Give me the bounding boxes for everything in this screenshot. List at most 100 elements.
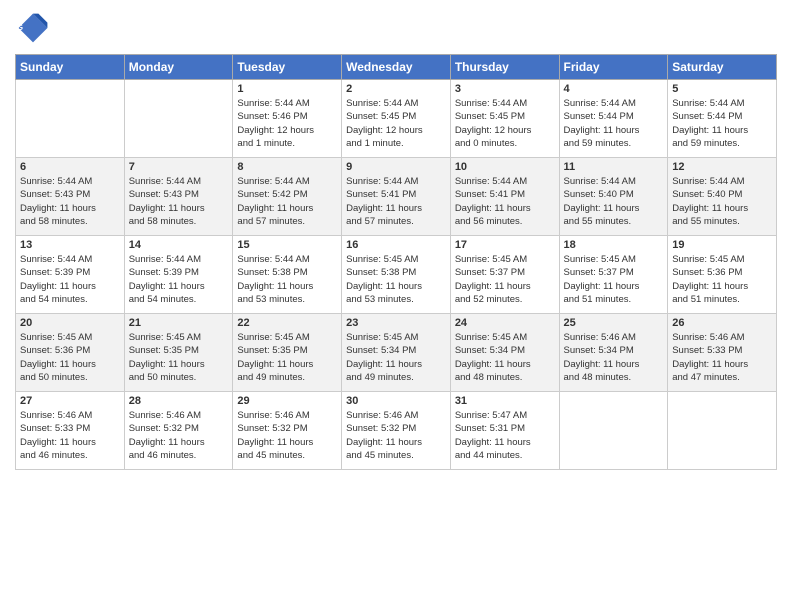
calendar-cell: 4 Sunrise: 5:44 AM Sunset: 5:44 PM Daylig… — [559, 80, 668, 158]
calendar-cell: 21 Sunrise: 5:45 AM Sunset: 5:35 PM Dayli… — [124, 314, 233, 392]
calendar-cell: 29 Sunrise: 5:46 AM Sunset: 5:32 PM Dayli… — [233, 392, 342, 470]
header: G — [15, 10, 777, 46]
logo-icon: G — [15, 10, 51, 46]
calendar-cell: 6 Sunrise: 5:44 AM Sunset: 5:43 PM Daylig… — [16, 158, 125, 236]
day-info: Sunrise: 5:44 AM Sunset: 5:41 PM Dayligh… — [455, 175, 555, 228]
day-info: Sunrise: 5:45 AM Sunset: 5:34 PM Dayligh… — [455, 331, 555, 384]
weekday-header-sunday: Sunday — [16, 55, 125, 80]
day-number: 15 — [237, 239, 337, 251]
calendar-cell: 2 Sunrise: 5:44 AM Sunset: 5:45 PM Daylig… — [342, 80, 451, 158]
day-info: Sunrise: 5:44 AM Sunset: 5:45 PM Dayligh… — [346, 97, 446, 150]
day-number: 12 — [672, 161, 772, 173]
day-number: 9 — [346, 161, 446, 173]
day-number: 8 — [237, 161, 337, 173]
day-info: Sunrise: 5:47 AM Sunset: 5:31 PM Dayligh… — [455, 409, 555, 462]
calendar-cell: 17Sunrise: 5:45 AM Sunset: 5:37 PM Dayli… — [450, 236, 559, 314]
day-number: 28 — [129, 395, 229, 407]
calendar-cell: 8 Sunrise: 5:44 AM Sunset: 5:42 PM Daylig… — [233, 158, 342, 236]
day-number: 14 — [129, 239, 229, 251]
day-info: Sunrise: 5:45 AM Sunset: 5:36 PM Dayligh… — [672, 253, 772, 306]
calendar-cell: 7Sunrise: 5:44 AM Sunset: 5:43 PM Daylig… — [124, 158, 233, 236]
calendar-week-row: 13Sunrise: 5:44 AM Sunset: 5:39 PM Dayli… — [16, 236, 777, 314]
day-info: Sunrise: 5:45 AM Sunset: 5:34 PM Dayligh… — [346, 331, 446, 384]
day-number: 20 — [20, 317, 120, 329]
day-number: 29 — [237, 395, 337, 407]
day-number: 21 — [129, 317, 229, 329]
weekday-header-thursday: Thursday — [450, 55, 559, 80]
day-number: 31 — [455, 395, 555, 407]
calendar-cell: 20Sunrise: 5:45 AM Sunset: 5:36 PM Dayli… — [16, 314, 125, 392]
calendar-cell: 11 Sunrise: 5:44 AM Sunset: 5:40 PM Dayli… — [559, 158, 668, 236]
day-info: Sunrise: 5:44 AM Sunset: 5:44 PM Dayligh… — [672, 97, 772, 150]
day-info: Sunrise: 5:46 AM Sunset: 5:32 PM Dayligh… — [346, 409, 446, 462]
calendar-cell: 18 Sunrise: 5:45 AM Sunset: 5:37 PM Dayli… — [559, 236, 668, 314]
day-number: 6 — [20, 161, 120, 173]
logo: G — [15, 10, 55, 46]
calendar-cell: 30 Sunrise: 5:46 AM Sunset: 5:32 PM Dayli… — [342, 392, 451, 470]
day-number: 27 — [20, 395, 120, 407]
calendar-cell: 3Sunrise: 5:44 AM Sunset: 5:45 PM Daylig… — [450, 80, 559, 158]
day-info: Sunrise: 5:44 AM Sunset: 5:40 PM Dayligh… — [672, 175, 772, 228]
day-info: Sunrise: 5:44 AM Sunset: 5:39 PM Dayligh… — [129, 253, 229, 306]
weekday-header-row: SundayMondayTuesdayWednesdayThursdayFrid… — [16, 55, 777, 80]
day-number: 3 — [455, 83, 555, 95]
calendar-cell: 23 Sunrise: 5:45 AM Sunset: 5:34 PM Dayli… — [342, 314, 451, 392]
page: G SundayMondayTuesdayWednesdayThursdayFr… — [0, 0, 792, 612]
day-number: 18 — [564, 239, 664, 251]
day-info: Sunrise: 5:46 AM Sunset: 5:32 PM Dayligh… — [129, 409, 229, 462]
day-info: Sunrise: 5:44 AM Sunset: 5:41 PM Dayligh… — [346, 175, 446, 228]
day-info: Sunrise: 5:44 AM Sunset: 5:44 PM Dayligh… — [564, 97, 664, 150]
day-number: 19 — [672, 239, 772, 251]
calendar-cell — [16, 80, 125, 158]
day-info: Sunrise: 5:44 AM Sunset: 5:39 PM Dayligh… — [20, 253, 120, 306]
day-number: 16 — [346, 239, 446, 251]
day-info: Sunrise: 5:46 AM Sunset: 5:34 PM Dayligh… — [564, 331, 664, 384]
calendar-cell — [668, 392, 777, 470]
calendar-cell — [124, 80, 233, 158]
day-info: Sunrise: 5:46 AM Sunset: 5:33 PM Dayligh… — [672, 331, 772, 384]
day-info: Sunrise: 5:45 AM Sunset: 5:37 PM Dayligh… — [564, 253, 664, 306]
calendar-cell: 14 Sunrise: 5:44 AM Sunset: 5:39 PM Dayli… — [124, 236, 233, 314]
day-info: Sunrise: 5:46 AM Sunset: 5:32 PM Dayligh… — [237, 409, 337, 462]
calendar-cell: 5Sunrise: 5:44 AM Sunset: 5:44 PM Daylig… — [668, 80, 777, 158]
calendar-week-row: 1 Sunrise: 5:44 AM Sunset: 5:46 PM Daylig… — [16, 80, 777, 158]
weekday-header-wednesday: Wednesday — [342, 55, 451, 80]
calendar-cell: 15 Sunrise: 5:44 AM Sunset: 5:38 PM Dayli… — [233, 236, 342, 314]
day-number: 17 — [455, 239, 555, 251]
day-info: Sunrise: 5:44 AM Sunset: 5:40 PM Dayligh… — [564, 175, 664, 228]
day-info: Sunrise: 5:45 AM Sunset: 5:35 PM Dayligh… — [237, 331, 337, 384]
day-info: Sunrise: 5:44 AM Sunset: 5:42 PM Dayligh… — [237, 175, 337, 228]
day-info: Sunrise: 5:46 AM Sunset: 5:33 PM Dayligh… — [20, 409, 120, 462]
weekday-header-saturday: Saturday — [668, 55, 777, 80]
calendar-cell: 19 Sunrise: 5:45 AM Sunset: 5:36 PM Dayli… — [668, 236, 777, 314]
calendar-cell: 28 Sunrise: 5:46 AM Sunset: 5:32 PM Dayli… — [124, 392, 233, 470]
day-number: 23 — [346, 317, 446, 329]
day-number: 30 — [346, 395, 446, 407]
day-info: Sunrise: 5:44 AM Sunset: 5:38 PM Dayligh… — [237, 253, 337, 306]
weekday-header-friday: Friday — [559, 55, 668, 80]
calendar-cell: 31 Sunrise: 5:47 AM Sunset: 5:31 PM Dayli… — [450, 392, 559, 470]
calendar-cell: 1 Sunrise: 5:44 AM Sunset: 5:46 PM Daylig… — [233, 80, 342, 158]
calendar-cell — [559, 392, 668, 470]
calendar-week-row: 27 Sunrise: 5:46 AM Sunset: 5:33 PM Dayli… — [16, 392, 777, 470]
day-number: 22 — [237, 317, 337, 329]
calendar-cell: 13Sunrise: 5:44 AM Sunset: 5:39 PM Dayli… — [16, 236, 125, 314]
calendar-cell: 9 Sunrise: 5:44 AM Sunset: 5:41 PM Daylig… — [342, 158, 451, 236]
day-number: 10 — [455, 161, 555, 173]
day-number: 2 — [346, 83, 446, 95]
calendar-week-row: 6 Sunrise: 5:44 AM Sunset: 5:43 PM Daylig… — [16, 158, 777, 236]
day-number: 1 — [237, 83, 337, 95]
svg-text:G: G — [17, 23, 23, 32]
calendar-cell: 25Sunrise: 5:46 AM Sunset: 5:34 PM Dayli… — [559, 314, 668, 392]
day-info: Sunrise: 5:44 AM Sunset: 5:43 PM Dayligh… — [20, 175, 120, 228]
calendar-cell: 26Sunrise: 5:46 AM Sunset: 5:33 PM Dayli… — [668, 314, 777, 392]
day-number: 4 — [564, 83, 664, 95]
day-number: 11 — [564, 161, 664, 173]
weekday-header-tuesday: Tuesday — [233, 55, 342, 80]
day-info: Sunrise: 5:45 AM Sunset: 5:38 PM Dayligh… — [346, 253, 446, 306]
day-info: Sunrise: 5:44 AM Sunset: 5:46 PM Dayligh… — [237, 97, 337, 150]
calendar-cell: 12 Sunrise: 5:44 AM Sunset: 5:40 PM Dayli… — [668, 158, 777, 236]
day-info: Sunrise: 5:45 AM Sunset: 5:35 PM Dayligh… — [129, 331, 229, 384]
calendar-table: SundayMondayTuesdayWednesdayThursdayFrid… — [15, 54, 777, 470]
calendar-cell: 22 Sunrise: 5:45 AM Sunset: 5:35 PM Dayli… — [233, 314, 342, 392]
